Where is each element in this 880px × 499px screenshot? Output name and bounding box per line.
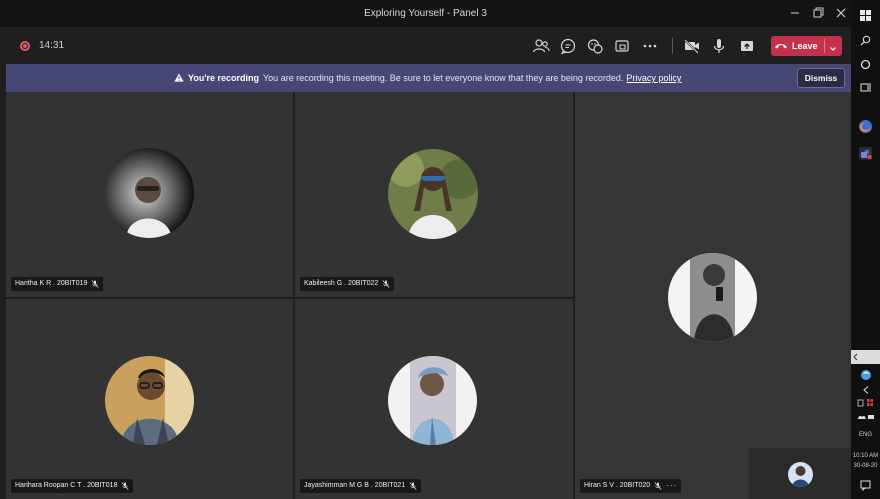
- windows-taskbar: ENG 10:10 AM 30-08-20: [851, 0, 880, 499]
- participant-name-tag: Jayashimman M G B . 20BIT021: [300, 479, 422, 493]
- participant-tile[interactable]: Jayashimman M G B . 20BIT021: [295, 299, 573, 499]
- mic-muted-icon: [382, 280, 390, 288]
- more-icon[interactable]: [639, 35, 661, 57]
- input-language-indicator[interactable]: ENG: [851, 431, 880, 439]
- share-screen-icon[interactable]: [736, 35, 758, 57]
- leave-label: Leave: [792, 41, 818, 51]
- participant-avatar: [105, 356, 194, 445]
- participant-avatar: [388, 356, 477, 445]
- participant-name: Jayashimman M G B . 20BIT021: [304, 482, 406, 489]
- search-icon[interactable]: [851, 35, 880, 46]
- tray-apps-icon[interactable]: [851, 398, 880, 408]
- mic-muted-icon: [409, 482, 417, 490]
- participant-tile[interactable]: Hiran S V . 20BIT020 ···: [575, 92, 851, 499]
- camera-off-icon[interactable]: [681, 35, 703, 57]
- participant-name-tag: Kabileesh G . 20BIT022: [300, 277, 395, 291]
- restore-icon[interactable]: [809, 5, 827, 21]
- chat-icon[interactable]: [557, 35, 579, 57]
- task-view-icon[interactable]: [851, 82, 880, 93]
- reactions-icon[interactable]: [584, 35, 606, 57]
- phone-hangup-icon: [771, 36, 791, 56]
- mic-muted-icon: [654, 482, 662, 490]
- chevron-down-icon[interactable]: [828, 41, 838, 51]
- meeting-toolbar: 14:31 Leave: [0, 27, 851, 64]
- participant-name: Hiran S V . 20BIT020: [584, 482, 651, 489]
- participant-avatar: [104, 148, 194, 238]
- participant-avatar: [668, 253, 757, 342]
- teams-meeting-window: Exploring Yourself - Panel 3 14:31 Leave…: [0, 0, 851, 499]
- share-tray-icon[interactable]: [611, 35, 633, 57]
- windows-start-icon[interactable]: [851, 10, 880, 21]
- participant-tile[interactable]: Haritha K R . 20BIT019: [6, 92, 293, 297]
- recording-banner: You're recording You are recording this m…: [6, 64, 851, 92]
- mic-muted-icon: [91, 280, 99, 288]
- participant-avatar: [388, 149, 478, 239]
- minimize-icon[interactable]: [786, 5, 804, 21]
- participant-tile[interactable]: Harihara Roopan C T . 20BIT018: [6, 299, 293, 499]
- cortana-icon[interactable]: [851, 59, 880, 70]
- participant-name-tag: Haritha K R . 20BIT019: [11, 277, 104, 291]
- participant-name-tag: Harihara Roopan C T . 20BIT018: [11, 479, 134, 493]
- clock-date[interactable]: 30-08-20: [851, 462, 880, 470]
- participant-name: Harihara Roopan C T . 20BIT018: [15, 482, 118, 489]
- leave-split-divider: [824, 39, 825, 53]
- toolbar-divider: [672, 38, 673, 54]
- recording-banner-message: You are recording this meeting. Be sure …: [263, 73, 624, 83]
- meeting-timer: 14:31: [39, 40, 65, 51]
- clock-time[interactable]: 10:10 AM: [851, 452, 880, 460]
- window-title: Exploring Yourself - Panel 3: [364, 8, 487, 19]
- taskbar-scroll-strip: [851, 350, 880, 364]
- firefox-icon[interactable]: [851, 119, 880, 134]
- teams-icon[interactable]: [851, 146, 880, 161]
- notifications-icon[interactable]: [851, 480, 880, 491]
- cloud-wifi-tray-icon[interactable]: [851, 412, 880, 421]
- close-icon[interactable]: [832, 5, 850, 21]
- recording-indicator-icon: [20, 41, 30, 51]
- dismiss-button[interactable]: Dismiss: [797, 68, 845, 88]
- self-avatar: [788, 462, 813, 487]
- mic-icon[interactable]: [708, 35, 730, 57]
- title-bar: Exploring Yourself - Panel 3: [0, 0, 851, 27]
- leave-button[interactable]: Leave: [771, 36, 842, 56]
- tray-chevron-icon[interactable]: [851, 385, 880, 395]
- recording-banner-text: You're recording You are recording this m…: [174, 73, 681, 84]
- participant-name: Haritha K R . 20BIT019: [15, 280, 88, 287]
- participant-more-icon[interactable]: ···: [666, 479, 677, 493]
- participant-name: Kabileesh G . 20BIT022: [304, 280, 379, 287]
- privacy-policy-link[interactable]: Privacy policy: [626, 73, 681, 83]
- participant-tile[interactable]: Kabileesh G . 20BIT022: [295, 92, 573, 297]
- weather-tray-icon[interactable]: [851, 369, 880, 381]
- warning-icon: [174, 73, 184, 84]
- self-video-preview[interactable]: [749, 448, 851, 499]
- recording-banner-title: You're recording: [188, 73, 259, 83]
- mic-muted-icon: [121, 482, 129, 490]
- people-icon[interactable]: [530, 35, 552, 57]
- participant-name-tag: Hiran S V . 20BIT020 ···: [580, 479, 682, 493]
